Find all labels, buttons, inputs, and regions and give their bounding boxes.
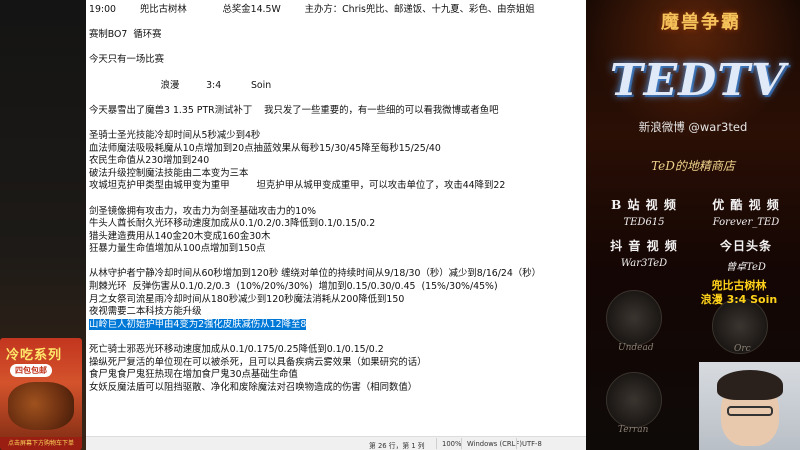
social-name: 抖 音 视 频 [610,239,678,253]
text-line: 破法升级控制魔法技能由二本变为三本 [89,168,570,181]
line-text: 夜视需要二本科技方能升级 [89,306,202,318]
match-venue: 兜比古树林 [711,279,767,292]
line-text: 荆棘光环 反弹伤害从0.1/0.2/0.3 (10%/20%/30%) 增加到0… [89,281,498,293]
social-youku: 优 酷 视 频 Forever_TED [692,196,800,228]
text-line: 月之女祭司流星雨冷却时间从180秒减少到120秒魔法消耗从200降低到150 [89,294,570,307]
food-advertisement[interactable]: 冷吃系列 四包包邮 点击屏幕下方购物车下单 [0,338,82,450]
line-text: 从林守护者宁静冷却时间从60秒增加到120秒 缠绕对单位的持续时间从9/18/3… [89,268,541,280]
line-text: 今天暴雪出了魔兽3 1.35 PTR测试补丁 我只发了一些重要的，有一些细的可以… [89,104,499,116]
ad-badge: 四包包邮 [10,364,52,377]
tedtv-logo: TEDTV [609,55,787,106]
social-toutiao: 今日头条 曾卓TeD [692,237,800,273]
glasses-icon [727,406,773,416]
text-line [89,67,570,80]
text-line: 剑圣镜像拥有攻击力，攻击力为剑圣基础攻击力的10% [89,206,570,219]
ad-title: 冷吃系列 [6,348,63,363]
text-line: 死亡骑士邪恶光环移动速度加成从0.1/0.175/0.25降低到0.1/0.15… [89,344,570,357]
notepad-status-bar: 第 26 行，第 1 列 100% Windows (CRLF) UTF-8 [86,436,586,450]
notepad-text-area[interactable]: 19:00 兜比古树林 总奖金14.5W 主办方：Chris兜比、邮递饭、十九夏… [86,0,570,436]
text-line: 女妖反魔法盾可以阻挡驱散、净化和废除魔法对召唤物造成的伤害（相同数值） [89,382,570,395]
text-line: 猎头建造费用从140金20木变成160金30木 [89,231,570,244]
line-text: 19:00 兜比古树林 总奖金14.5W 主办方：Chris兜比、邮递饭、十九夏… [89,4,535,15]
line-text: 破法升级控制魔法技能由二本变为三本 [89,167,249,179]
selected-text: 山岭巨人初始护甲由4变为2强化皮肤减伤从12降至8 [89,318,307,330]
text-line: 荆棘光环 反弹伤害从0.1/0.2/0.3 (10%/20%/30%) 增加到0… [89,281,570,294]
race-label-undead: Undead [618,343,654,353]
match-caption: 兜比古树林 浪漫 3:4 Soin [684,279,794,307]
line-text: 赛制BO7 循环赛 [89,29,162,41]
text-line [89,193,570,206]
line-text: 血法师魔法吸吸耗魔从10点增加到20点抽蓝效果从每秒15/30/45降至每秒15… [89,142,441,154]
text-line: 圣骑士圣光技能冷却时间从5秒减少到4秒 [89,130,570,143]
social-handle: War3TeD [620,258,668,269]
text-line: 食尸鬼食尸鬼狂热现在增加食尸鬼30点基础生命值 [89,369,570,382]
social-name: 优 酷 视 频 [712,198,780,212]
line-text: 牛头人酋长耐久光环移动速度加成从0.1/0.2/0.3降低到0.1/0.15/0… [89,218,376,230]
line-text: 月之女祭司流星雨冷却时间从180秒减少到120秒魔法消耗从200降低到150 [89,293,405,305]
warcraft-logo: 魔兽争霸 [661,12,741,33]
social-name: B 站 视 频 [611,198,677,212]
line-ending: Windows (CRLF) [467,440,522,448]
line-text: 剑圣镜像拥有攻击力，攻击力为剑圣基础攻击力的10% [89,205,317,217]
text-line: 山岭巨人初始护甲由4变为2强化皮肤减伤从12降至8 [89,318,570,332]
text-line: 操纵死尸复活的单位现在可以被杀死，且可以具备疾病云雾效果（如果研究的话） [89,357,570,370]
social-bilibili: B 站 视 频 TED615 [594,196,694,228]
text-line: 狂暴力量生命值增加从100点增加到150点 [89,243,570,256]
text-line: 今天只有一场比赛 [89,54,570,67]
cursor-position: 第 26 行，第 1 列 [369,442,425,450]
line-text: 女妖反魔法盾可以阻挡驱散、净化和废除魔法对召唤物造成的伤害（相同数值） [89,381,418,393]
line-text: 浪漫 3:4 Soin [89,79,272,91]
text-line [89,331,570,344]
text-line: 攻城坦克护甲类型由城甲变为重甲 坦克护甲从城甲变成重甲，可以攻击单位了，攻击44… [89,180,570,193]
text-line: 19:00 兜比古树林 总奖金14.5W 主办方：Chris兜比、邮递饭、十九夏… [89,4,570,17]
shop-title: TeD的地精商店 [651,159,735,173]
text-line [89,256,570,269]
text-line [89,17,570,30]
line-text: 猎头建造费用从140金20木变成160金30木 [89,230,271,242]
stream-overlay-panel: 魔兽争霸 TEDTV 新浪微博 @war3ted TeD的地精商店 B 站 视 … [586,0,800,450]
line-text: 攻城坦克护甲类型由城甲变为重甲 坦克护甲从城甲变成重甲，可以攻击单位了，攻击44… [89,180,506,192]
weibo-handle: 新浪微博 @war3ted [638,120,748,134]
undead-emblem-icon [606,290,662,346]
text-line [89,42,570,55]
zoom-level: 100% [442,440,462,448]
social-handle: TED615 [623,217,665,228]
text-line: 从林守护者宁静冷却时间从60秒增加到120秒 缠绕对单位的持续时间从9/18/3… [89,268,570,281]
text-line: 浪漫 3:4 Soin [89,80,570,93]
race-label-orc: Orc [734,344,751,354]
notepad-window: 19:00 兜比古树林 总奖金14.5W 主办方：Chris兜比、邮递饭、十九夏… [86,0,672,450]
text-line [89,117,570,130]
line-text: 农民生命值从230增加到240 [89,155,210,167]
encoding: UTF-8 [522,440,542,448]
text-line: 牛头人酋长耐久光环移动速度加成从0.1/0.2/0.3降低到0.1/0.15/0… [89,218,570,231]
line-text: 操纵死尸复活的单位现在可以被杀死，且可以具备疾病云雾效果（如果研究的话） [89,356,427,368]
text-line: 血法师魔法吸吸耗魔从10点增加到20点抽蓝效果从每秒15/30/45降至每秒15… [89,143,570,156]
line-text: 圣骑士圣光技能冷却时间从5秒减少到4秒 [89,129,261,141]
text-line: 赛制BO7 循环赛 [89,29,570,42]
line-text: 狂暴力量生命值增加从100点增加到150点 [89,243,266,255]
terran-emblem-icon [606,372,662,428]
match-score: 浪漫 3:4 Soin [700,293,778,306]
line-text: 今天只有一场比赛 [89,54,165,66]
stream-left-strip: 冷吃系列 四包包邮 点击屏幕下方购物车下单 [0,0,86,450]
food-image [8,382,74,430]
streamer-hair [717,370,783,400]
text-line: 农民生命值从230增加到240 [89,155,570,168]
text-line [89,92,570,105]
text-line: 今天暴雪出了魔兽3 1.35 PTR测试补丁 我只发了一些重要的，有一些细的可以… [89,105,570,118]
social-douyin: 抖 音 视 频 War3TeD [594,237,694,269]
race-label-terran: Terran [618,425,649,435]
line-text: 食尸鬼食尸鬼狂热现在增加食尸鬼30点基础生命值 [89,369,298,381]
ad-footer: 点击屏幕下方购物车下单 [0,437,82,450]
streamer-webcam [699,362,800,450]
line-text: 死亡骑士邪恶光环移动速度加成从0.1/0.175/0.25降低到0.1/0.15… [89,344,384,356]
text-line: 夜视需要二本科技方能升级 [89,306,570,319]
social-handle: Forever_TED [712,217,780,228]
social-handle: 曾卓TeD [726,262,766,273]
social-name: 今日头条 [719,239,772,253]
